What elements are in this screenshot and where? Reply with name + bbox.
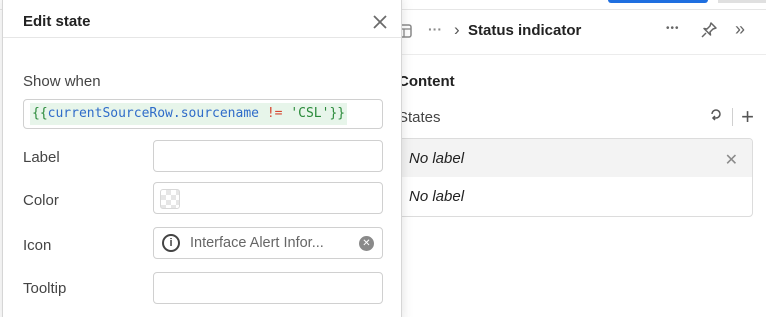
expr-string: 'CSL' — [290, 106, 330, 121]
close-popover-button[interactable] — [373, 7, 387, 33]
more-breadcrumb-button[interactable]: ··· — [428, 22, 442, 36]
color-swatch-icon[interactable] — [160, 189, 180, 209]
states-actions: + — [708, 106, 754, 128]
chevron-right-icon: › — [454, 20, 460, 39]
clear-icon[interactable]: ✕ — [359, 236, 374, 251]
tooltip-field-label: Tooltip — [23, 280, 67, 297]
actions-divider — [732, 108, 734, 126]
add-state-button[interactable]: + — [741, 106, 754, 128]
show-when-label: Show when — [23, 73, 101, 90]
page-title: Status indicator — [468, 22, 582, 39]
expr-dot: . — [172, 106, 181, 121]
expression-code: {{currentSourceRow.sourcename != 'CSL'}} — [30, 103, 348, 125]
secondary-button-edge[interactable] — [718, 0, 766, 3]
content-section-title: Content — [398, 73, 455, 90]
icon-select[interactable]: i Interface Alert Infor... ✕ — [153, 227, 383, 259]
icon-field-label: Icon — [23, 237, 52, 254]
popover-header: Edit state — [3, 1, 401, 38]
expr-variable: currentSourceRow — [47, 106, 173, 121]
states-label: States — [398, 109, 441, 126]
expr-operator: != — [259, 106, 291, 121]
remove-state-button[interactable]: ✕ — [725, 150, 738, 170]
pin-icon[interactable] — [700, 21, 718, 41]
collapse-panel-button[interactable]: » — [735, 20, 745, 38]
color-field-label: Color — [23, 192, 59, 209]
expr-open-brace: {{ — [32, 106, 48, 121]
label-field-label: Label — [23, 149, 60, 166]
state-item[interactable]: No label ✕ — [397, 139, 752, 177]
info-icon: i — [162, 234, 180, 252]
expr-field: sourcename — [180, 106, 259, 121]
icon-select-value: Interface Alert Infor... — [190, 235, 324, 251]
state-item-label: No label — [409, 149, 465, 167]
link-icon[interactable] — [708, 108, 724, 127]
tooltip-input[interactable] — [153, 272, 383, 304]
edit-state-popover: Edit state Show when {{currentSourceRow.… — [2, 0, 402, 317]
state-item-label: No label — [409, 187, 465, 205]
primary-button-edge[interactable] — [608, 0, 708, 3]
color-picker-input[interactable] — [153, 182, 383, 214]
popover-title: Edit state — [23, 13, 91, 30]
state-item[interactable]: No label — [397, 177, 752, 215]
kebab-menu-button[interactable]: ••• — [666, 24, 680, 34]
states-list: No label ✕ No label — [396, 138, 753, 217]
header-divider — [390, 54, 766, 55]
expr-close-brace: }} — [329, 106, 346, 121]
show-when-expression-input[interactable]: {{currentSourceRow.sourcename != 'CSL'}} — [23, 99, 383, 129]
label-input[interactable] — [153, 140, 383, 172]
